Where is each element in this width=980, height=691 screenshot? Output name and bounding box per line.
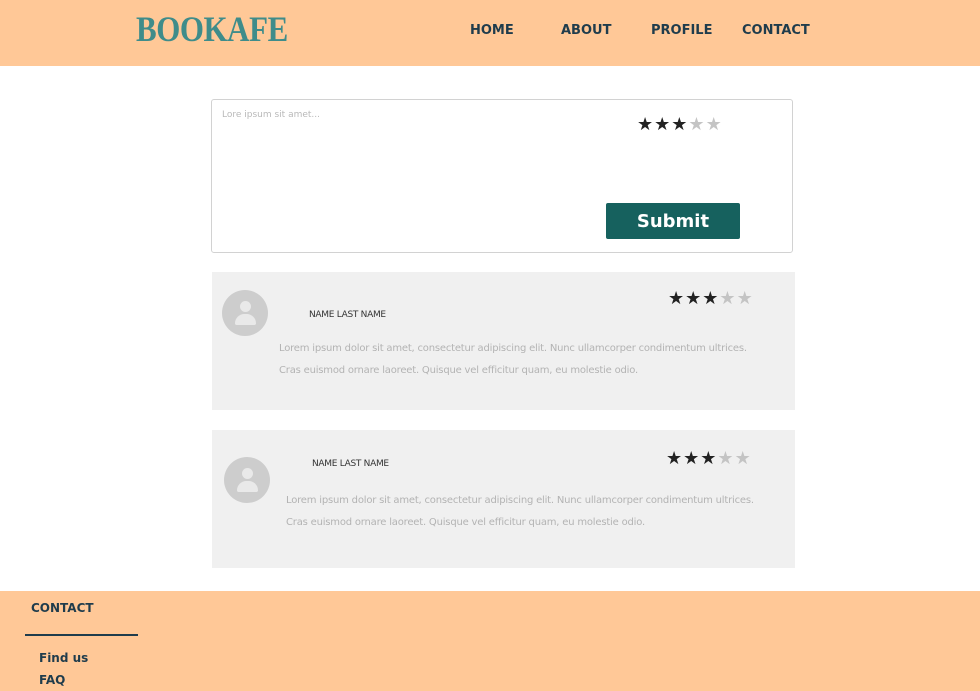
star-icon: ★ xyxy=(700,448,718,468)
review-composer: ★★★★★ Submit xyxy=(211,99,793,253)
reviewer-name: NAME LAST NAME xyxy=(309,310,386,320)
star-icon: ★ xyxy=(702,288,720,308)
user-avatar-icon xyxy=(224,457,270,503)
review-text: Lorem ipsum dolor sit amet, consectetur … xyxy=(286,495,754,528)
nav-home[interactable]: HOME xyxy=(470,23,514,38)
footer-title: CONTACT xyxy=(31,601,94,615)
star-icon: ★ xyxy=(685,288,703,308)
review-card: NAME LAST NAME ★★★★★ Lorem ipsum dolor s… xyxy=(212,272,795,410)
star-icon: ★ xyxy=(683,448,701,468)
star-icon: ★ xyxy=(736,288,754,308)
nav-contact[interactable]: CONTACT xyxy=(742,23,810,38)
user-avatar-icon xyxy=(222,290,268,336)
footer-divider xyxy=(25,634,138,636)
rating-selector[interactable]: ★★★★★ xyxy=(637,115,723,133)
star-icon: ★ xyxy=(719,288,737,308)
star-icon[interactable]: ★ xyxy=(637,115,654,133)
star-icon[interactable]: ★ xyxy=(688,115,705,133)
star-icon[interactable]: ★ xyxy=(654,115,671,133)
reviewer-name: NAME LAST NAME xyxy=(312,459,389,469)
star-icon[interactable]: ★ xyxy=(671,115,688,133)
star-icon: ★ xyxy=(717,448,735,468)
site-header: BOOKAFE HOME ABOUT PROFILE CONTACT xyxy=(0,0,980,66)
footer-link-faq[interactable]: FAQ xyxy=(39,673,65,687)
footer-link-find-us[interactable]: Find us xyxy=(39,651,88,665)
star-icon: ★ xyxy=(734,448,752,468)
logo[interactable]: BOOKAFE xyxy=(136,8,288,50)
star-icon: ★ xyxy=(666,448,684,468)
nav-profile[interactable]: PROFILE xyxy=(651,23,712,38)
review-rating: ★★★★★ xyxy=(666,449,752,467)
star-icon[interactable]: ★ xyxy=(706,115,723,133)
site-footer: CONTACT Find us FAQ xyxy=(0,591,980,691)
submit-button[interactable]: Submit xyxy=(606,203,740,239)
review-input[interactable] xyxy=(222,110,622,240)
review-rating: ★★★★★ xyxy=(668,289,754,307)
star-icon: ★ xyxy=(668,288,686,308)
review-text: Lorem ipsum dolor sit amet, consectetur … xyxy=(279,343,747,376)
review-card: NAME LAST NAME ★★★★★ Lorem ipsum dolor s… xyxy=(212,430,795,568)
nav-about[interactable]: ABOUT xyxy=(561,23,611,38)
